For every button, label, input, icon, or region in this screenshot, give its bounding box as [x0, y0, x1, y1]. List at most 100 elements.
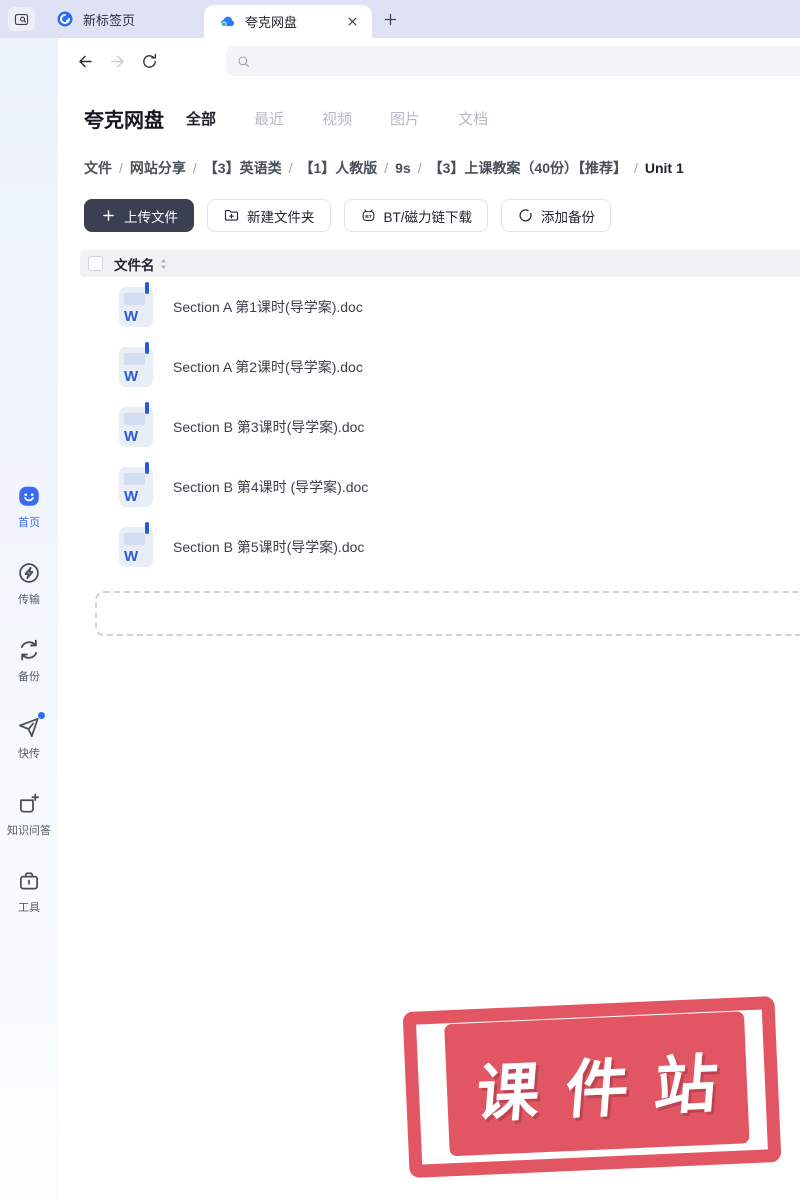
back-arrow-icon [76, 52, 95, 71]
new-tab-button[interactable] [380, 9, 401, 30]
sidebar-item-tools[interactable]: 工具 [0, 868, 58, 915]
action-button-label: BT/磁力链下载 [383, 209, 473, 225]
breadcrumb-separator: / [192, 160, 197, 176]
sidebar-item-quick-send[interactable]: 快传 [0, 712, 58, 761]
file-list: W Section A 第1课时(导学案).doc W Section A 第2… [80, 277, 800, 577]
home-smile-icon [16, 483, 42, 509]
app-sidebar: 首页 传输 备份 快传 知识问答 工具 [0, 38, 58, 1200]
view-tab-recent[interactable]: 最近 [254, 108, 284, 129]
action-button-label: 添加备份 [541, 209, 596, 225]
file-name: Section B 第3课时(导学案).doc [173, 419, 365, 435]
sidebar-item-label: 工具 [18, 902, 40, 914]
back-button[interactable] [76, 52, 95, 71]
tab-label: 夸克网盘 [245, 15, 298, 30]
breadcrumb-separator: / [633, 160, 638, 176]
sidebar-item-label: 首页 [18, 517, 40, 529]
table-row[interactable]: W Section B 第5课时(导学案).doc [80, 517, 800, 577]
knowledge-qa-icon [16, 791, 42, 817]
sidebar-items: 首页 传输 备份 快传 知识问答 工具 [0, 483, 58, 915]
view-tab-image[interactable]: 图片 [390, 108, 420, 129]
empty-drop-zone [95, 591, 800, 636]
table-row[interactable]: W Section A 第1课时(导学案).doc [80, 277, 800, 337]
add-backup-icon [517, 207, 534, 224]
file-name: Section A 第1课时(导学案).doc [173, 299, 363, 315]
quark-logo-icon [56, 10, 74, 28]
quick-send-icon [16, 712, 45, 740]
breadcrumb-item[interactable]: 【3】上课教案（40份）【推荐】 [429, 158, 627, 178]
breadcrumb-item[interactable]: 【1】人教版 [299, 158, 377, 178]
sidebar-item-label: 知识问答 [7, 825, 51, 837]
action-button-add-backup[interactable]: 添加备份 [501, 199, 612, 232]
sidebar-item-backup[interactable]: 备份 [0, 637, 58, 684]
breadcrumb-separator: / [384, 160, 389, 176]
tab-label: 新标签页 [83, 12, 136, 28]
word-file-icon: W [119, 522, 153, 567]
breadcrumb-item[interactable]: 网站分享 [130, 158, 186, 178]
view-tab-doc[interactable]: 文档 [458, 108, 488, 129]
svg-text:BT: BT [365, 214, 372, 220]
breadcrumb-separator: / [119, 160, 123, 176]
sort-icon [159, 258, 168, 270]
view-tab-all[interactable]: 全部 [186, 108, 216, 129]
table-row[interactable]: W Section B 第4课时 (导学案).doc [80, 457, 800, 517]
search-icon [236, 54, 251, 69]
sidebar-item-transfer[interactable]: 传输 [0, 560, 58, 607]
column-label: 文件名 [114, 257, 155, 273]
sidebar-item-knowledge-qa[interactable]: 知识问答 [0, 791, 58, 838]
quark-cloud-icon [218, 13, 236, 31]
file-table-header: 文件名 [80, 250, 800, 277]
action-button-new-folder[interactable]: 新建文件夹 [207, 199, 331, 232]
address-search-bar[interactable] [226, 46, 800, 76]
breadcrumb: 文件 / 网站分享 / 【3】英语类 / 【1】人教版 / 9s / 【3】上课教案（40… [84, 158, 684, 178]
backup-sync-icon [16, 637, 42, 663]
sidebar-item-label: 传输 [18, 594, 40, 606]
watermark-stamp: 课件站 [402, 995, 782, 1179]
action-button-label: 上传文件 [124, 209, 178, 225]
sidebar-item-label: 快传 [18, 748, 40, 760]
new-folder-icon [223, 207, 240, 224]
word-file-icon: W [119, 462, 153, 507]
forward-button[interactable] [108, 52, 127, 71]
breadcrumb-separator: / [417, 160, 422, 176]
action-button-bt-magnet-download[interactable]: BT BT/磁力链下载 [343, 199, 489, 232]
breadcrumb-item[interactable]: Unit 1 [645, 160, 684, 176]
tab-new-page[interactable]: 新标签页 [46, 0, 145, 38]
select-all-checkbox[interactable] [88, 256, 103, 271]
word-file-icon: W [119, 282, 153, 327]
refresh-button[interactable] [140, 52, 159, 71]
bt-download-icon: BT [360, 207, 377, 224]
browser-chrome: 新标签页 夸克网盘 [0, 0, 800, 38]
breadcrumb-item[interactable]: 文件 [84, 158, 112, 178]
tools-icon [16, 868, 42, 894]
table-row[interactable]: W Section B 第3课时(导学案).doc [80, 397, 800, 457]
watermark-stamp-inner: 课件站 [444, 1011, 750, 1157]
view-tab-video[interactable]: 视频 [322, 108, 352, 129]
word-file-icon: W [119, 402, 153, 447]
column-header-filename[interactable]: 文件名 [114, 254, 168, 274]
file-name: Section B 第5课时(导学案).doc [173, 539, 365, 555]
action-button-label: 新建文件夹 [247, 209, 315, 225]
window-search-icon [13, 11, 30, 28]
tab-close-icon[interactable] [345, 14, 360, 29]
breadcrumb-separator: / [288, 160, 293, 176]
action-buttons: 上传文件 新建文件夹 BT BT/磁力链下载 添加备份 [84, 199, 612, 232]
notification-dot [38, 712, 45, 719]
page-title: 夸克网盘 [84, 110, 164, 132]
file-name: Section B 第4课时 (导学案).doc [173, 479, 369, 495]
sidebar-item-home[interactable]: 首页 [0, 483, 58, 530]
transfer-icon [16, 560, 42, 586]
breadcrumb-item[interactable]: 9s [395, 160, 411, 176]
breadcrumb-item[interactable]: 【3】英语类 [204, 158, 282, 178]
file-name: Section A 第2课时(导学案).doc [173, 359, 363, 375]
address-input[interactable] [259, 53, 800, 69]
tab-quark-drive[interactable]: 夸克网盘 [204, 5, 372, 38]
forward-arrow-icon [108, 52, 127, 71]
plus-icon [382, 11, 399, 28]
action-button-upload-file[interactable]: 上传文件 [84, 199, 194, 232]
view-tabs: 全部 最近 视频 图片 文档 [186, 108, 488, 129]
watermark-text: 课件站 [473, 1047, 746, 1130]
tab-search-button[interactable] [8, 7, 35, 31]
plus-icon [100, 207, 117, 224]
refresh-icon [140, 52, 159, 71]
table-row[interactable]: W Section A 第2课时(导学案).doc [80, 337, 800, 397]
